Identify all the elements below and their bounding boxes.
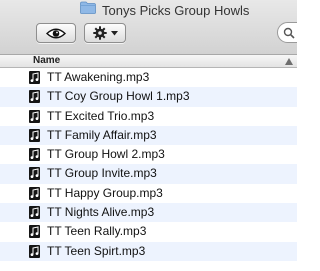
sort-ascending-arrow-icon [285,57,293,68]
file-row-happy-group[interactable]: TT Happy Group.mp3 [0,183,297,204]
audio-file-icon [29,128,40,142]
folder-icon [80,1,96,19]
audio-file-icon [29,109,40,123]
audio-file-icon [29,148,40,162]
audio-file-icon [29,225,40,239]
file-name: TT Awakening.mp3 [47,70,150,84]
quick-look-button[interactable] [36,23,76,43]
file-name: TT Excited Trio.mp3 [47,108,155,123]
audio-file-icon [29,71,40,84]
file-list: TT Awakening.mp3 TT Coy Group Howl 1.mp3… [0,68,297,261]
file-row-coy-group-howl-1[interactable]: TT Coy Group Howl 1.mp3 [0,87,297,107]
file-row-teen-rally[interactable]: TT Teen Rally.mp3 [0,222,297,242]
finder-window: Tonys Picks Group Howls Name TT Awakenin… [0,0,297,271]
file-name: TT Nights Alive.mp3 [47,205,155,220]
file-row-group-invite[interactable]: TT Group Invite.mp3 [0,164,297,184]
column-header[interactable]: Name [0,55,297,68]
file-row-teen-spirt[interactable]: TT Teen Spirt.mp3 [0,241,297,261]
search-field[interactable] [277,22,297,43]
file-name: TT Group Invite.mp3 [47,166,157,181]
action-menu-button[interactable] [84,23,126,43]
file-name: TT Teen Spirt.mp3 [47,243,146,258]
file-name: TT Group Howl 2.mp3 [47,147,165,162]
file-row-family-affair[interactable]: TT Family Affair.mp3 [0,125,297,146]
audio-file-icon [29,186,40,200]
window-toolbar: Tonys Picks Group Howls [0,0,297,55]
window-title-area: Tonys Picks Group Howls [80,1,249,19]
file-name: TT Happy Group.mp3 [47,185,163,200]
audio-file-icon [29,206,40,220]
audio-file-icon [29,90,40,104]
file-name: TT Coy Group Howl 1.mp3 [47,89,190,104]
gear-icon [92,26,107,40]
chevron-down-icon [110,30,118,36]
file-name: TT Family Affair.mp3 [47,127,157,142]
file-row-excited-trio[interactable]: TT Excited Trio.mp3 [0,106,297,126]
file-name: TT Teen Rally.mp3 [47,224,147,239]
name-column-header[interactable]: Name [33,54,60,67]
audio-file-icon [29,167,40,181]
file-row-nights-alive[interactable]: TT Nights Alive.mp3 [0,203,297,223]
file-row-group-howl-2[interactable]: TT Group Howl 2.mp3 [0,145,297,165]
file-row-awakening[interactable]: TT Awakening.mp3 [0,68,297,88]
window-title: Tonys Picks Group Howls [102,2,250,18]
audio-file-icon [29,244,40,258]
eye-icon [46,28,66,39]
